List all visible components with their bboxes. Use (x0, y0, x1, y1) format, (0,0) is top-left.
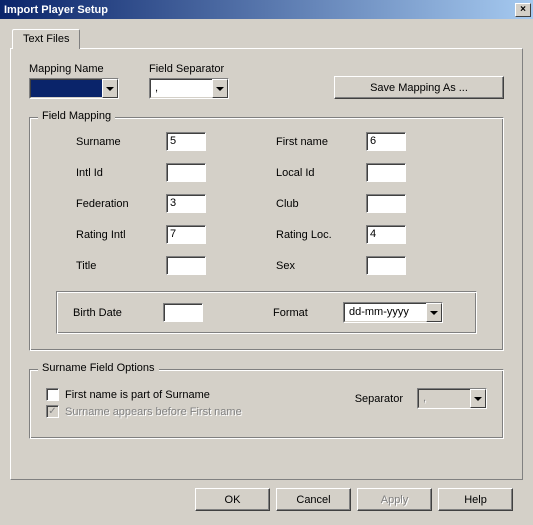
ok-button[interactable]: OK (195, 488, 270, 511)
tab-panel: Mapping Name Field Separator , Save Mapp… (10, 48, 523, 480)
title-label: Title (76, 260, 166, 272)
local-id-field[interactable] (366, 163, 406, 182)
cancel-button[interactable]: Cancel (276, 488, 351, 511)
part-of-surname-checkbox[interactable] (46, 388, 59, 401)
dialog-buttons: OK Cancel Apply Help (10, 480, 523, 511)
rating-loc-label: Rating Loc. (276, 229, 366, 241)
local-id-label: Local Id (276, 167, 366, 179)
window-title: Import Player Setup (4, 4, 513, 16)
club-field[interactable] (366, 194, 406, 213)
chevron-down-icon[interactable] (426, 303, 442, 322)
tab-text-files[interactable]: Text Files (12, 29, 80, 49)
save-mapping-as-button[interactable]: Save Mapping As ... (334, 76, 504, 99)
surname-separator-value: , (418, 389, 470, 408)
rating-loc-field[interactable]: 4 (366, 225, 406, 244)
surname-options-group: Surname Field Options First name is part… (29, 369, 504, 439)
help-button[interactable]: Help (438, 488, 513, 511)
field-mapping-title: Field Mapping (38, 110, 115, 122)
format-dropdown[interactable]: dd-mm-yyyy (343, 302, 443, 323)
field-grid: Surname 5 First name 6 Intl Id Local Id … (46, 132, 487, 275)
sex-field[interactable] (366, 256, 406, 275)
surname-separator-label: Separator (355, 393, 403, 405)
surname-separator-dropdown[interactable]: , (417, 388, 487, 409)
field-mapping-group: Field Mapping Surname 5 First name 6 Int… (29, 117, 504, 351)
federation-field[interactable]: 3 (166, 194, 206, 213)
mapping-name-dropdown[interactable] (29, 78, 119, 99)
titlebar: Import Player Setup × (0, 0, 533, 19)
field-separator-dropdown[interactable]: , (149, 78, 229, 99)
rating-intl-field[interactable]: 7 (166, 225, 206, 244)
chevron-down-icon[interactable] (470, 389, 486, 408)
close-icon[interactable]: × (515, 3, 531, 17)
intl-id-field[interactable] (166, 163, 206, 182)
surname-options-title: Surname Field Options (38, 362, 159, 374)
top-row: Mapping Name Field Separator , Save Mapp… (29, 63, 504, 99)
chevron-down-icon[interactable] (212, 79, 228, 98)
federation-label: Federation (76, 198, 166, 210)
mapping-name-label: Mapping Name (29, 63, 119, 75)
format-label: Format (273, 307, 343, 319)
intl-id-label: Intl Id (76, 167, 166, 179)
apply-button[interactable]: Apply (357, 488, 432, 511)
tab-label: Text Files (23, 33, 69, 45)
birth-date-label: Birth Date (73, 307, 163, 319)
surname-field[interactable]: 5 (166, 132, 206, 151)
club-label: Club (276, 198, 366, 210)
title-field[interactable] (166, 256, 206, 275)
field-separator-value: , (150, 79, 212, 98)
tabstrip: Text Files (10, 27, 523, 48)
first-name-field[interactable]: 6 (366, 132, 406, 151)
birth-date-field[interactable] (163, 303, 203, 322)
surname-label: Surname (76, 136, 166, 148)
appears-before-checkbox: ✓ (46, 405, 59, 418)
first-name-label: First name (276, 136, 366, 148)
window-body: Text Files Mapping Name Field Separator … (0, 19, 533, 521)
chevron-down-icon[interactable] (102, 79, 118, 98)
mapping-name-value (30, 79, 102, 98)
part-of-surname-label: First name is part of Surname (65, 389, 210, 401)
format-value: dd-mm-yyyy (344, 303, 426, 322)
sex-label: Sex (276, 260, 366, 272)
birth-date-row: Birth Date Format dd-mm-yyyy (56, 291, 477, 334)
field-separator-label: Field Separator (149, 63, 229, 75)
appears-before-label: Surname appears before First name (65, 406, 242, 418)
rating-intl-label: Rating Intl (76, 229, 166, 241)
